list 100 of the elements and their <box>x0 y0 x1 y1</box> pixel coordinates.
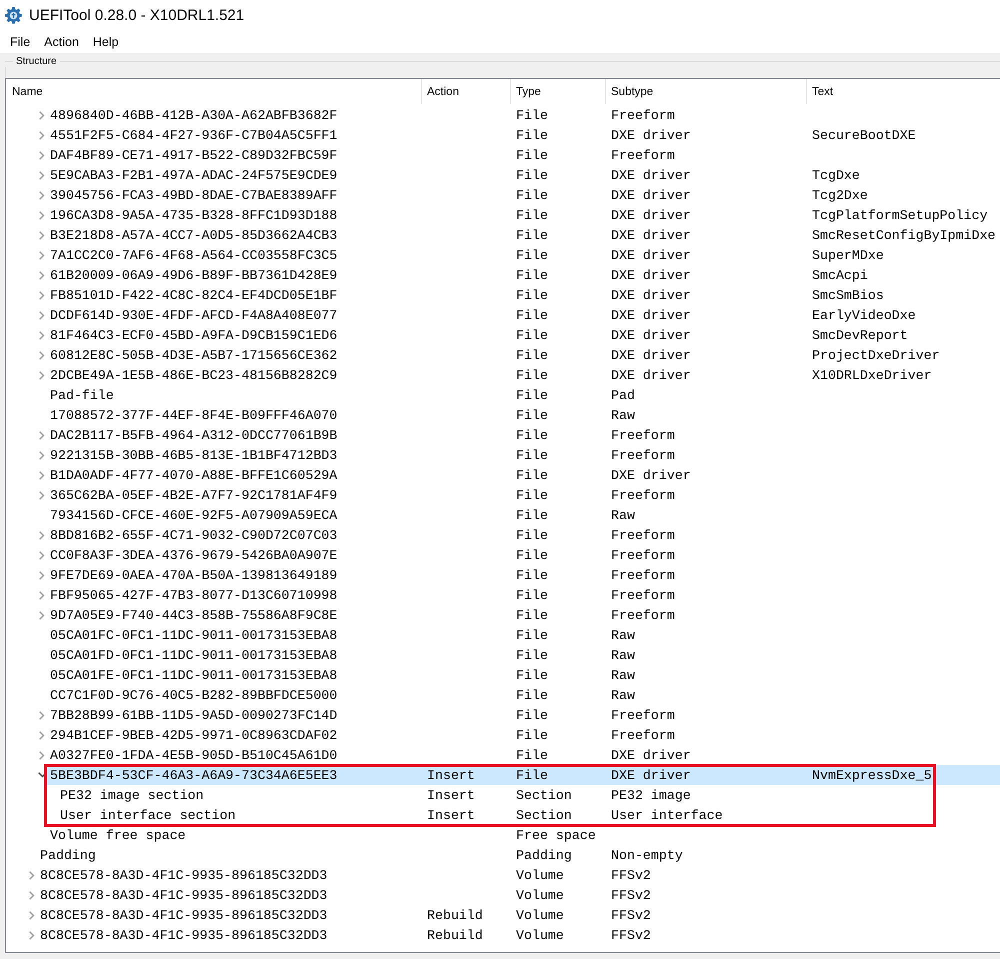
type-cell-text: File <box>515 328 549 342</box>
type-cell-text: File <box>515 748 549 762</box>
name-cell-text: 60812E8C-505B-4D3E-A5B7-1715656CE362 <box>50 348 338 362</box>
expand-chevron-icon[interactable] <box>39 490 45 500</box>
tree-row[interactable]: DCDF614D-930E-4FDF-AFCD-F4A8A408E077 File DXE driver EarlyVideoDxe <box>47 305 1000 325</box>
tree-row[interactable]: 9221315B-30BB-46B5-813E-1B1BF4712BD3 File Freeform <box>47 445 1000 465</box>
tree-row[interactable]: 05CA01FD-0FC1-11DC-9011-00173153EBA8 File Raw <box>47 645 1000 665</box>
tree-row[interactable]: 9D7A05E9-F740-44C3-858B-75586A8F9C8E File Freeform <box>47 605 1000 625</box>
expand-chevron-icon[interactable] <box>39 250 45 260</box>
menu-item[interactable]: File <box>3 34 38 48</box>
tree-row[interactable]: 8C8CE578-8A3D-4F1C-9935-896185C32DD3 Rebuild Volume FFSv2 <box>37 905 1000 925</box>
tree-row[interactable]: 39045756-FCA3-49BD-8DAE-C7BAE8389AFF File DXE driver Tcg2Dxe <box>47 185 1000 205</box>
tree-row[interactable]: DAC2B117-B5FB-4964-A312-0DCC77061B9B File Freeform <box>47 425 1000 445</box>
expand-chevron-icon[interactable] <box>29 870 35 880</box>
tree-row[interactable]: Pad-file File Pad <box>47 385 1000 405</box>
expand-chevron-icon[interactable] <box>29 930 35 940</box>
column-header[interactable]: Type <box>511 79 606 104</box>
subtype-cell-text: DXE driver <box>610 188 692 202</box>
tree-row[interactable]: 5E9CABA3-F2B1-497A-ADAC-24F575E9CDE9 File DXE driver TcgDxe <box>47 165 1000 185</box>
tree-row[interactable]: 81F464C3-ECF0-45BD-A9FA-D9CB159C1ED6 File DXE driver SmcDevReport <box>47 325 1000 345</box>
text-cell-text: TcgDxe <box>811 168 860 182</box>
subtype-cell-text: Raw <box>610 508 636 522</box>
tree-row[interactable]: 5BE3BDF4-53CF-46A3-A6A9-73C34A6E5EE3 Insert File DXE driver NvmExpressDxe_5 <box>47 765 1000 785</box>
column-header[interactable]: Text <box>807 79 1000 104</box>
expand-chevron-icon[interactable] <box>39 290 45 300</box>
expand-chevron-icon[interactable] <box>39 170 45 180</box>
type-cell-text: Volume <box>515 888 565 902</box>
tree-row[interactable]: 8C8CE578-8A3D-4F1C-9935-896185C32DD3 Volume FFSv2 <box>37 865 1000 885</box>
expand-chevron-icon[interactable] <box>39 110 45 120</box>
tree-row[interactable]: 7934156D-CFCE-460E-92F5-A07909A59ECA File Raw <box>47 505 1000 525</box>
subtype-cell-text: PE32 image <box>610 788 692 802</box>
tree-row[interactable]: FBF95065-427F-47B3-8077-D13C60710998 File Freeform <box>47 585 1000 605</box>
tree-row[interactable]: 17088572-377F-44EF-8F4E-B09FFF46A070 File Raw <box>47 405 1000 425</box>
column-header[interactable]: Subtype <box>606 79 807 104</box>
tree-row[interactable]: 4896840D-46BB-412B-A30A-A62ABFB3682F File Freeform <box>47 105 1000 125</box>
expand-chevron-icon[interactable] <box>39 550 45 560</box>
expand-chevron-icon[interactable] <box>39 750 45 760</box>
tree-row[interactable]: CC7C1F0D-9C76-40C5-B282-89BBFDCE5000 File Raw <box>47 685 1000 705</box>
tree-row[interactable]: 9FE7DE69-0AEA-470A-B50A-139813649189 File Freeform <box>47 565 1000 585</box>
expand-chevron-icon[interactable] <box>39 150 45 160</box>
expand-chevron-icon[interactable] <box>39 610 45 620</box>
menu-item[interactable]: Action <box>37 34 86 48</box>
subtype-cell-text: DXE driver <box>610 328 692 342</box>
tree-row[interactable]: 61B20009-06A9-49D6-B89F-BB7361D428E9 File DXE driver SmcAcpi <box>47 265 1000 285</box>
tree-row[interactable]: 8C8CE578-8A3D-4F1C-9935-896185C32DD3 Volume FFSv2 <box>37 885 1000 905</box>
tree-row[interactable]: CC0F8A3F-3DEA-4376-9679-5426BA0A907E File Freeform <box>47 545 1000 565</box>
subtype-cell-text: Freeform <box>610 728 676 742</box>
column-header[interactable]: Name <box>6 79 422 104</box>
column-header[interactable]: Action <box>422 79 511 104</box>
collapse-chevron-icon[interactable] <box>38 772 46 778</box>
type-cell-text: Section <box>515 788 573 802</box>
subtype-cell-text: DXE driver <box>610 368 692 382</box>
type-cell-text: Section <box>515 808 573 822</box>
expand-chevron-icon[interactable] <box>39 430 45 440</box>
menu-item[interactable]: Help <box>86 34 126 48</box>
tree-row[interactable]: PE32 image section Insert Section PE32 image <box>57 785 1000 805</box>
tree-row[interactable]: FB85101D-F422-4C8C-82C4-EF4DCD05E1BF File DXE driver SmcSmBios <box>47 285 1000 305</box>
tree-row[interactable]: DAF4BF89-CE71-4917-B522-C89D32FBC59F File Freeform <box>47 145 1000 165</box>
tree-row[interactable]: A0327FE0-1FDA-4E5B-905D-B510C45A61D0 File DXE driver <box>47 745 1000 765</box>
tree-row[interactable]: B1DA0ADF-4F77-4070-A88E-BFFE1C60529A File DXE driver <box>47 465 1000 485</box>
subtype-cell-text: DXE driver <box>610 348 692 362</box>
tree-row[interactable]: 05CA01FC-0FC1-11DC-9011-00173153EBA8 File Raw <box>47 625 1000 645</box>
expand-chevron-icon[interactable] <box>39 590 45 600</box>
expand-chevron-icon[interactable] <box>39 210 45 220</box>
tree-row[interactable]: User interface section Insert Section User interface <box>57 805 1000 825</box>
expand-chevron-icon[interactable] <box>39 330 45 340</box>
expand-chevron-icon[interactable] <box>39 450 45 460</box>
tree-row[interactable]: 4551F2F5-C684-4F27-936F-C7B04A5C5FF1 File DXE driver SecureBootDXE <box>47 125 1000 145</box>
expand-chevron-icon[interactable] <box>39 470 45 480</box>
expand-chevron-icon[interactable] <box>39 370 45 380</box>
subtype-cell-text: Freeform <box>610 428 676 442</box>
expand-chevron-icon[interactable] <box>39 270 45 280</box>
expand-chevron-icon[interactable] <box>39 350 45 360</box>
tree-row[interactable]: B3E218D8-A57A-4CC7-A0D5-85D3662A4CB3 File DXE driver SmcResetConfigByIpmiDxe <box>47 225 1000 245</box>
expand-chevron-icon[interactable] <box>39 190 45 200</box>
tree-row[interactable]: 05CA01FE-0FC1-11DC-9011-00173153EBA8 File Raw <box>47 665 1000 685</box>
expand-chevron-icon[interactable] <box>39 530 45 540</box>
expand-chevron-icon[interactable] <box>39 710 45 720</box>
expand-chevron-icon[interactable] <box>39 570 45 580</box>
expand-chevron-icon[interactable] <box>39 310 45 320</box>
tree-row[interactable]: 196CA3D8-9A5A-4735-B328-8FFC1D93D188 File DXE driver TcgPlatformSetupPolicy <box>47 205 1000 225</box>
type-cell-text: File <box>515 648 549 662</box>
tree-row[interactable]: 294B1CEF-9BEB-42D5-9971-0C8963CDAF02 File Freeform <box>47 725 1000 745</box>
subtype-cell-text: Raw <box>610 408 636 422</box>
tree-row[interactable]: 8C8CE578-8A3D-4F1C-9935-896185C32DD3 Rebuild Volume FFSv2 <box>37 925 1000 945</box>
tree-row[interactable]: 7BB28B99-61BB-11D5-9A5D-0090273FC14D File Freeform <box>47 705 1000 725</box>
name-cell-text: DAF4BF89-CE71-4917-B522-C89D32FBC59F <box>50 148 338 162</box>
tree-row[interactable]: Volume free space Free space <box>47 825 1000 845</box>
expand-chevron-icon[interactable] <box>29 890 35 900</box>
expand-chevron-icon[interactable] <box>39 230 45 240</box>
expand-chevron-icon[interactable] <box>29 910 35 920</box>
tree-row[interactable]: Padding Padding Non-empty <box>37 845 1000 865</box>
tree-row[interactable]: 365C62BA-05EF-4B2E-A7F7-92C1781AF4F9 File Freeform <box>47 485 1000 505</box>
tree-row[interactable]: 7A1CC2C0-7AF6-4F68-A564-CC03558FC3C5 File DXE driver SuperMDxe <box>47 245 1000 265</box>
tree-row[interactable]: 2DCBE49A-1E5B-486E-BC23-48156B8282C9 File DXE driver X10DRLDxeDriver <box>47 365 1000 385</box>
tree-row[interactable]: 60812E8C-505B-4D3E-A5B7-1715656CE362 File DXE driver ProjectDxeDriver <box>47 345 1000 365</box>
expand-chevron-icon[interactable] <box>39 130 45 140</box>
expand-chevron-icon[interactable] <box>39 730 45 740</box>
name-cell-text: 61B20009-06A9-49D6-B89F-BB7361D428E9 <box>50 268 338 282</box>
tree-row[interactable]: 8BD816B2-655F-4C71-9032-C90D72C07C03 File Freeform <box>47 525 1000 545</box>
